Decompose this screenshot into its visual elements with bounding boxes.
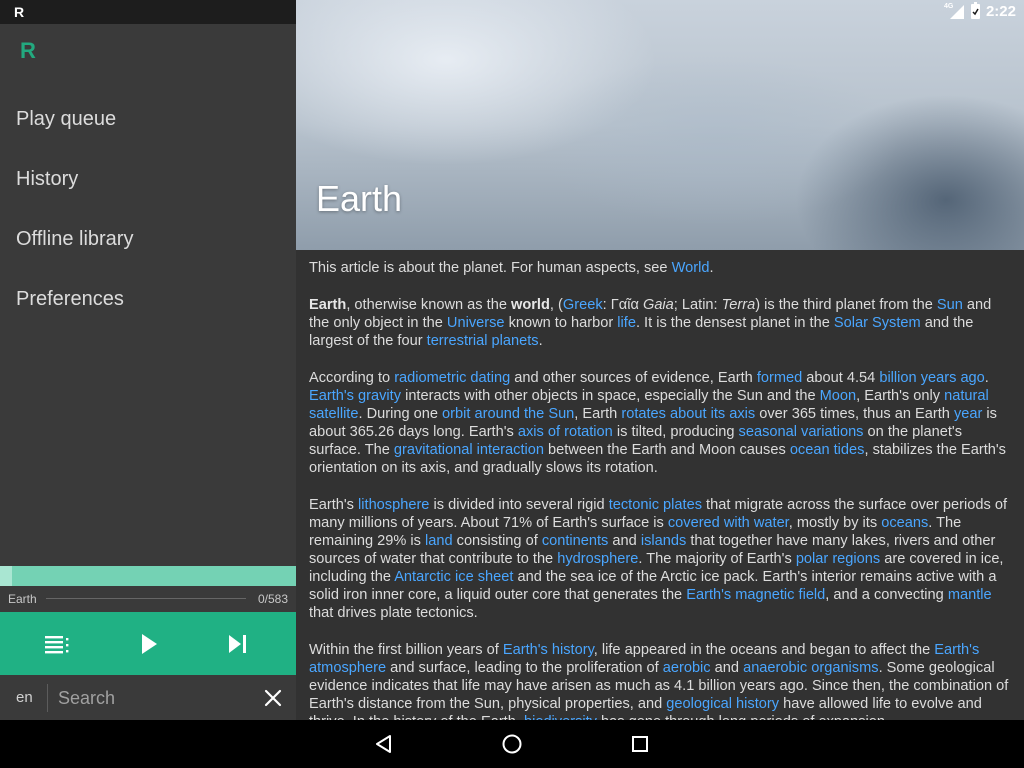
article-link[interactable]: anaerobic organisms <box>743 660 878 676</box>
hatnote-link[interactable]: World <box>672 260 710 276</box>
article-title: Earth <box>316 178 403 219</box>
article-link[interactable]: Moon <box>820 388 857 404</box>
article-link[interactable]: radiometric dating <box>394 370 510 386</box>
paragraph: Within the first billion years of Earth'… <box>309 641 1012 720</box>
paragraph: According to radiometric dating and othe… <box>309 370 1006 476</box>
article-body: This article is about the planet. For hu… <box>296 250 1024 720</box>
article-link[interactable]: aerobic <box>663 660 711 676</box>
bold-text: Earth <box>309 297 347 313</box>
article-link[interactable]: oceans <box>881 515 928 531</box>
article-header-image: Earth <box>296 0 1024 250</box>
app-notification-icon: R <box>14 4 25 20</box>
article-link[interactable]: year <box>954 406 982 422</box>
article-link[interactable]: hydrosphere <box>557 551 638 567</box>
home-icon[interactable] <box>500 732 524 756</box>
article-link[interactable]: Greek <box>563 297 603 313</box>
status-bar-left: R <box>0 0 296 24</box>
article-link[interactable]: orbit around the Sun <box>442 406 574 422</box>
article-link[interactable]: terrestrial planets <box>427 333 539 349</box>
hatnote: This article is about the planet. For hu… <box>309 259 1012 277</box>
italic-text: Terra <box>721 297 756 313</box>
now-playing-info: Earth 0/583 <box>0 586 296 612</box>
search-divider <box>47 684 48 712</box>
article-link[interactable]: Sun <box>937 297 963 313</box>
app-logo: R <box>20 38 36 63</box>
play-button[interactable] <box>129 624 169 664</box>
queue-icon <box>45 636 69 654</box>
article-link[interactable]: formed <box>757 370 802 386</box>
clock: 2:22 <box>985 3 1016 20</box>
italic-text: Gaia <box>642 297 674 313</box>
seek-track[interactable] <box>46 598 246 599</box>
article-link[interactable]: ocean tides <box>790 442 865 458</box>
article-link[interactable]: polar regions <box>796 551 880 567</box>
system-navigation-bar <box>0 720 1024 768</box>
article-link[interactable]: continents <box>542 533 609 549</box>
paragraph: Earth's lithosphere is divided into seve… <box>309 497 1007 621</box>
drawer-menu: Play queue History Offline library Prefe… <box>0 89 296 329</box>
article-link[interactable]: Universe <box>447 315 505 331</box>
search-bar: en <box>0 675 296 720</box>
recents-icon[interactable] <box>628 732 652 756</box>
article-link[interactable]: tectonic plates <box>609 497 702 513</box>
article-link[interactable]: lithosphere <box>358 497 429 513</box>
skip-next-icon <box>229 635 246 653</box>
battery-icon <box>970 2 980 19</box>
article-link[interactable]: seasonal variations <box>739 424 864 440</box>
queue-button[interactable] <box>38 624 78 664</box>
status-bar: R 4G 2:22 <box>0 0 1024 24</box>
bold-text: world <box>510 297 550 313</box>
article-link[interactable]: axis of rotation <box>518 424 613 440</box>
menu-item-offline-library[interactable]: Offline library <box>0 209 296 269</box>
close-icon[interactable] <box>262 687 284 709</box>
article-link[interactable]: land <box>425 533 453 549</box>
article-link[interactable]: rotates about its axis <box>621 406 755 422</box>
paragraph: Earth, otherwise known as the world, (Gr… <box>309 297 992 349</box>
back-icon[interactable] <box>372 732 396 756</box>
article-link[interactable]: Antarctic ice sheet <box>394 569 513 585</box>
article-link[interactable]: islands <box>641 533 686 549</box>
player-controls <box>0 612 296 675</box>
menu-item-preferences[interactable]: Preferences <box>0 269 296 329</box>
skip-next-button[interactable] <box>218 624 258 664</box>
playback-progress-fill <box>0 566 12 586</box>
status-icons: 4G 2:22 <box>944 2 1016 20</box>
article-link[interactable]: gravitational interaction <box>394 442 544 458</box>
hatnote-end: . <box>709 260 714 276</box>
playback-progress-bar[interactable] <box>0 566 296 586</box>
language-selector[interactable]: en <box>16 689 33 706</box>
article-link[interactable]: Solar System <box>834 315 921 331</box>
article-link[interactable]: Earth's history <box>503 642 594 658</box>
play-icon <box>142 634 157 654</box>
article-link[interactable]: Earth's atmosphere <box>309 642 979 676</box>
hatnote-text: This article is about the planet. For hu… <box>309 260 672 276</box>
search-input[interactable] <box>58 684 248 712</box>
signal-icon: 4G <box>944 3 965 20</box>
article-link[interactable]: Earth's magnetic field <box>686 587 825 603</box>
menu-item-history[interactable]: History <box>0 149 296 209</box>
article-link[interactable]: geological history <box>666 696 779 712</box>
article-link[interactable]: covered with water <box>668 515 789 531</box>
article-link[interactable]: life <box>617 315 636 331</box>
menu-item-play-queue[interactable]: Play queue <box>0 89 296 149</box>
article-link[interactable]: mantle <box>948 587 992 603</box>
now-playing-title: Earth <box>8 592 37 606</box>
navigation-drawer: R Play queue History Offline library Pre… <box>0 24 296 720</box>
article-link[interactable]: Earth's gravity <box>309 388 401 404</box>
now-playing-position: 0/583 <box>257 592 288 606</box>
article-link[interactable]: billion years ago <box>879 370 984 386</box>
